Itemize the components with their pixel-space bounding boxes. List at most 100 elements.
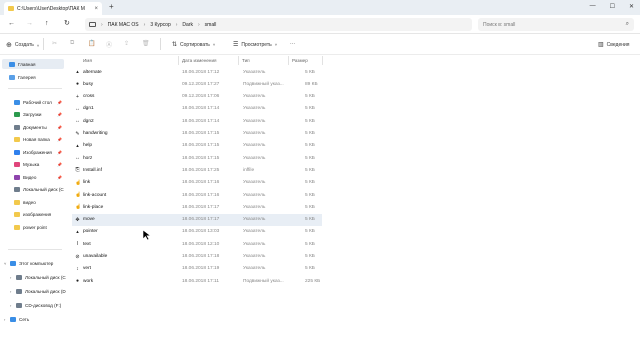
details-button[interactable]: ▥ Сведения bbox=[598, 41, 630, 49]
sidebar-tree-item[interactable]: › CD-дисковод (F:) bbox=[0, 300, 66, 310]
sidebar-item[interactable]: Видео 📌 bbox=[0, 172, 66, 182]
sidebar-item[interactable]: Музыка 📌 bbox=[0, 160, 66, 170]
sidebar-item[interactable]: Изображения 📌 bbox=[0, 147, 66, 157]
file-row[interactable]: ▴ alternate 18.06.2018 17:12 Указатель 5… bbox=[72, 66, 322, 78]
maximize-button[interactable]: ☐ bbox=[610, 3, 615, 10]
column-header-type[interactable]: Тип bbox=[242, 55, 250, 65]
copy-icon[interactable]: ⧉ bbox=[70, 40, 74, 47]
file-row[interactable]: ↔ horz 18.06.2018 17:15 Указатель 5 КБ bbox=[72, 152, 322, 164]
file-date: 09.12.2018 17:27 bbox=[182, 81, 220, 87]
column-header-date[interactable]: Дата изменения bbox=[182, 55, 217, 65]
share-icon[interactable]: ⇪ bbox=[124, 40, 129, 47]
breadcrumb-item[interactable]: Dark bbox=[182, 22, 193, 28]
breadcrumb[interactable]: › ПАК MAC OS › 3 Курсор › Dark › small bbox=[85, 18, 472, 31]
file-type: Указатель bbox=[243, 106, 266, 112]
sidebar-item[interactable]: Документы 📌 bbox=[0, 122, 66, 132]
close-window-button[interactable]: ✕ bbox=[629, 3, 634, 10]
sidebar-item[interactable]: Загрузки 📌 bbox=[0, 110, 66, 120]
file-row[interactable]: ✎ handwriting 18.06.2018 17:15 Указатель… bbox=[72, 128, 322, 140]
cd-drive-icon bbox=[16, 302, 22, 308]
file-date: 18.06.2018 13:03 bbox=[182, 229, 220, 235]
sidebar-tree-item[interactable]: › Локальный диск (C bbox=[0, 272, 66, 282]
file-type: Указатель bbox=[243, 254, 266, 259]
view-icon: ☰ bbox=[233, 42, 239, 48]
music-icon bbox=[14, 162, 20, 167]
file-row[interactable]: ▴ pointer 18.06.2018 13:03 Указатель 5 К… bbox=[72, 226, 322, 238]
chevron-down-icon: ˅ bbox=[36, 42, 40, 48]
breadcrumb-item[interactable]: ПАК MAC OS bbox=[108, 22, 139, 28]
cursor-file-icon: + bbox=[76, 93, 79, 100]
sidebar-item-label: Видео bbox=[23, 174, 37, 180]
file-row[interactable]: ↔ dgn1 18.06.2018 17:14 Указатель 5 КБ bbox=[72, 103, 322, 115]
rename-icon[interactable]: Ⓐ bbox=[106, 40, 112, 49]
cursor-file-icon: ☝ bbox=[75, 179, 82, 186]
refresh-button[interactable]: ↻ bbox=[64, 20, 70, 28]
file-row[interactable]: ⊘ unavailable 18.06.2018 17:18 Указатель… bbox=[72, 251, 322, 263]
folder-icon bbox=[14, 137, 20, 142]
cursor-file-icon: ⊘ bbox=[75, 253, 80, 260]
sidebar-item-label: Рабочий стол bbox=[23, 99, 52, 105]
sidebar-item[interactable]: Новая папка 📌 bbox=[0, 135, 66, 145]
new-tab-button[interactable]: + bbox=[109, 3, 114, 11]
back-button[interactable]: ← bbox=[8, 20, 15, 28]
sidebar-item-label: видео bbox=[23, 199, 36, 205]
cursor-file-icon: ↔ bbox=[75, 105, 80, 112]
cursor-file-icon: ↕ bbox=[76, 265, 79, 272]
file-row[interactable]: ↔ dgn2 18.06.2018 17:14 Указатель 5 КБ bbox=[72, 115, 322, 127]
create-button[interactable]: ⊕ Создать ˅ bbox=[6, 41, 39, 49]
paste-icon[interactable]: 📋 bbox=[88, 40, 95, 47]
cursor-file-icon: ↔ bbox=[75, 118, 80, 125]
file-row[interactable]: ⎘ Install.inf 18.06.2018 17:25 inffile 5… bbox=[72, 164, 322, 176]
column-header-name[interactable]: Имя bbox=[83, 55, 92, 65]
up-button[interactable]: ↑ bbox=[45, 20, 49, 28]
file-row[interactable]: ● busy 09.12.2018 17:27 Подвижный указ..… bbox=[72, 78, 322, 90]
file-row[interactable]: ✥ move 18.06.2018 17:17 Указатель 5 КБ bbox=[72, 213, 322, 226]
sidebar-item[interactable]: изображения bbox=[0, 210, 66, 220]
file-row[interactable]: ☝ link-place 18.06.2018 17:17 Указатель … bbox=[72, 201, 322, 213]
file-size: 5 КБ bbox=[305, 131, 315, 136]
more-button[interactable]: ··· bbox=[290, 41, 295, 47]
file-size: 5 КБ bbox=[305, 217, 315, 223]
file-row[interactable]: ☝ link-acount 18.06.2018 17:16 Указатель… bbox=[72, 189, 322, 201]
cursor-file-icon: ▴ bbox=[76, 228, 79, 235]
sidebar-item[interactable]: Локальный диск (C bbox=[0, 185, 66, 195]
view-button[interactable]: ☰ Просмотреть ˅ bbox=[233, 41, 277, 49]
file-row[interactable]: I text 18.06.2018 12:10 Указатель 5 КБ bbox=[72, 238, 322, 250]
file-row[interactable]: ▴ help 18.06.2018 17:15 Указатель 5 КБ bbox=[72, 140, 322, 152]
sidebar-item-label: CD-дисковод (F:) bbox=[25, 302, 62, 308]
sidebar-item[interactable]: видео bbox=[0, 197, 66, 207]
forward-button[interactable]: → bbox=[26, 20, 33, 28]
tab-current-folder[interactable]: C:\Users\User\Desktop\ПАК M × bbox=[4, 2, 102, 15]
search-input[interactable]: Поиск в: small ⌕ bbox=[478, 18, 634, 31]
minimize-button[interactable]: — bbox=[590, 3, 596, 10]
cut-icon[interactable]: ✂ bbox=[52, 40, 57, 47]
breadcrumb-item[interactable]: 3 Курсор bbox=[150, 22, 170, 28]
column-header-size[interactable]: Размер bbox=[292, 55, 308, 65]
sidebar-item[interactable]: Рабочий стол 📌 bbox=[0, 97, 66, 107]
file-row[interactable]: + cross 09.12.2018 17:06 Указатель 5 КБ bbox=[72, 91, 322, 103]
file-row[interactable]: ☝ link 18.06.2018 17:16 Указатель 5 КБ bbox=[72, 177, 322, 189]
folder-icon bbox=[8, 6, 14, 11]
file-type: Указатель bbox=[243, 241, 266, 247]
file-size: 89 КБ bbox=[305, 81, 318, 87]
file-row[interactable]: ↕ vert 18.06.2018 17:19 Указатель 5 КБ bbox=[72, 263, 322, 275]
sidebar-item[interactable]: Главная bbox=[2, 59, 64, 69]
tab-close-icon[interactable]: × bbox=[94, 6, 98, 12]
pictures-icon bbox=[14, 149, 20, 155]
file-row[interactable]: ● work 18.06.2018 17:11 Подвижный указ..… bbox=[72, 275, 322, 287]
file-date: 09.12.2018 17:06 bbox=[182, 94, 220, 100]
sidebar-item-label: Этот компьютер bbox=[19, 260, 54, 266]
sidebar-tree-item[interactable]: › Сеть bbox=[0, 314, 66, 324]
search-placeholder: Поиск в: small bbox=[483, 21, 516, 28]
sidebar-item-label: Новая папка bbox=[23, 137, 50, 142]
sidebar-tree-item[interactable]: › Локальный диск (D bbox=[0, 286, 66, 296]
delete-icon[interactable]: 🗑 bbox=[142, 40, 150, 47]
sidebar-item-label: Сеть bbox=[19, 316, 30, 322]
sidebar-item[interactable]: Галерея bbox=[0, 72, 66, 82]
sidebar-tree-item[interactable]: ˅ Этот компьютер bbox=[0, 258, 66, 268]
sort-button[interactable]: ⇅ Сортировать ˅ bbox=[172, 41, 215, 49]
sidebar-item[interactable]: power point bbox=[0, 222, 66, 232]
column-divider bbox=[288, 56, 289, 65]
file-name: link-acount bbox=[83, 192, 107, 198]
breadcrumb-item[interactable]: small bbox=[205, 22, 217, 28]
